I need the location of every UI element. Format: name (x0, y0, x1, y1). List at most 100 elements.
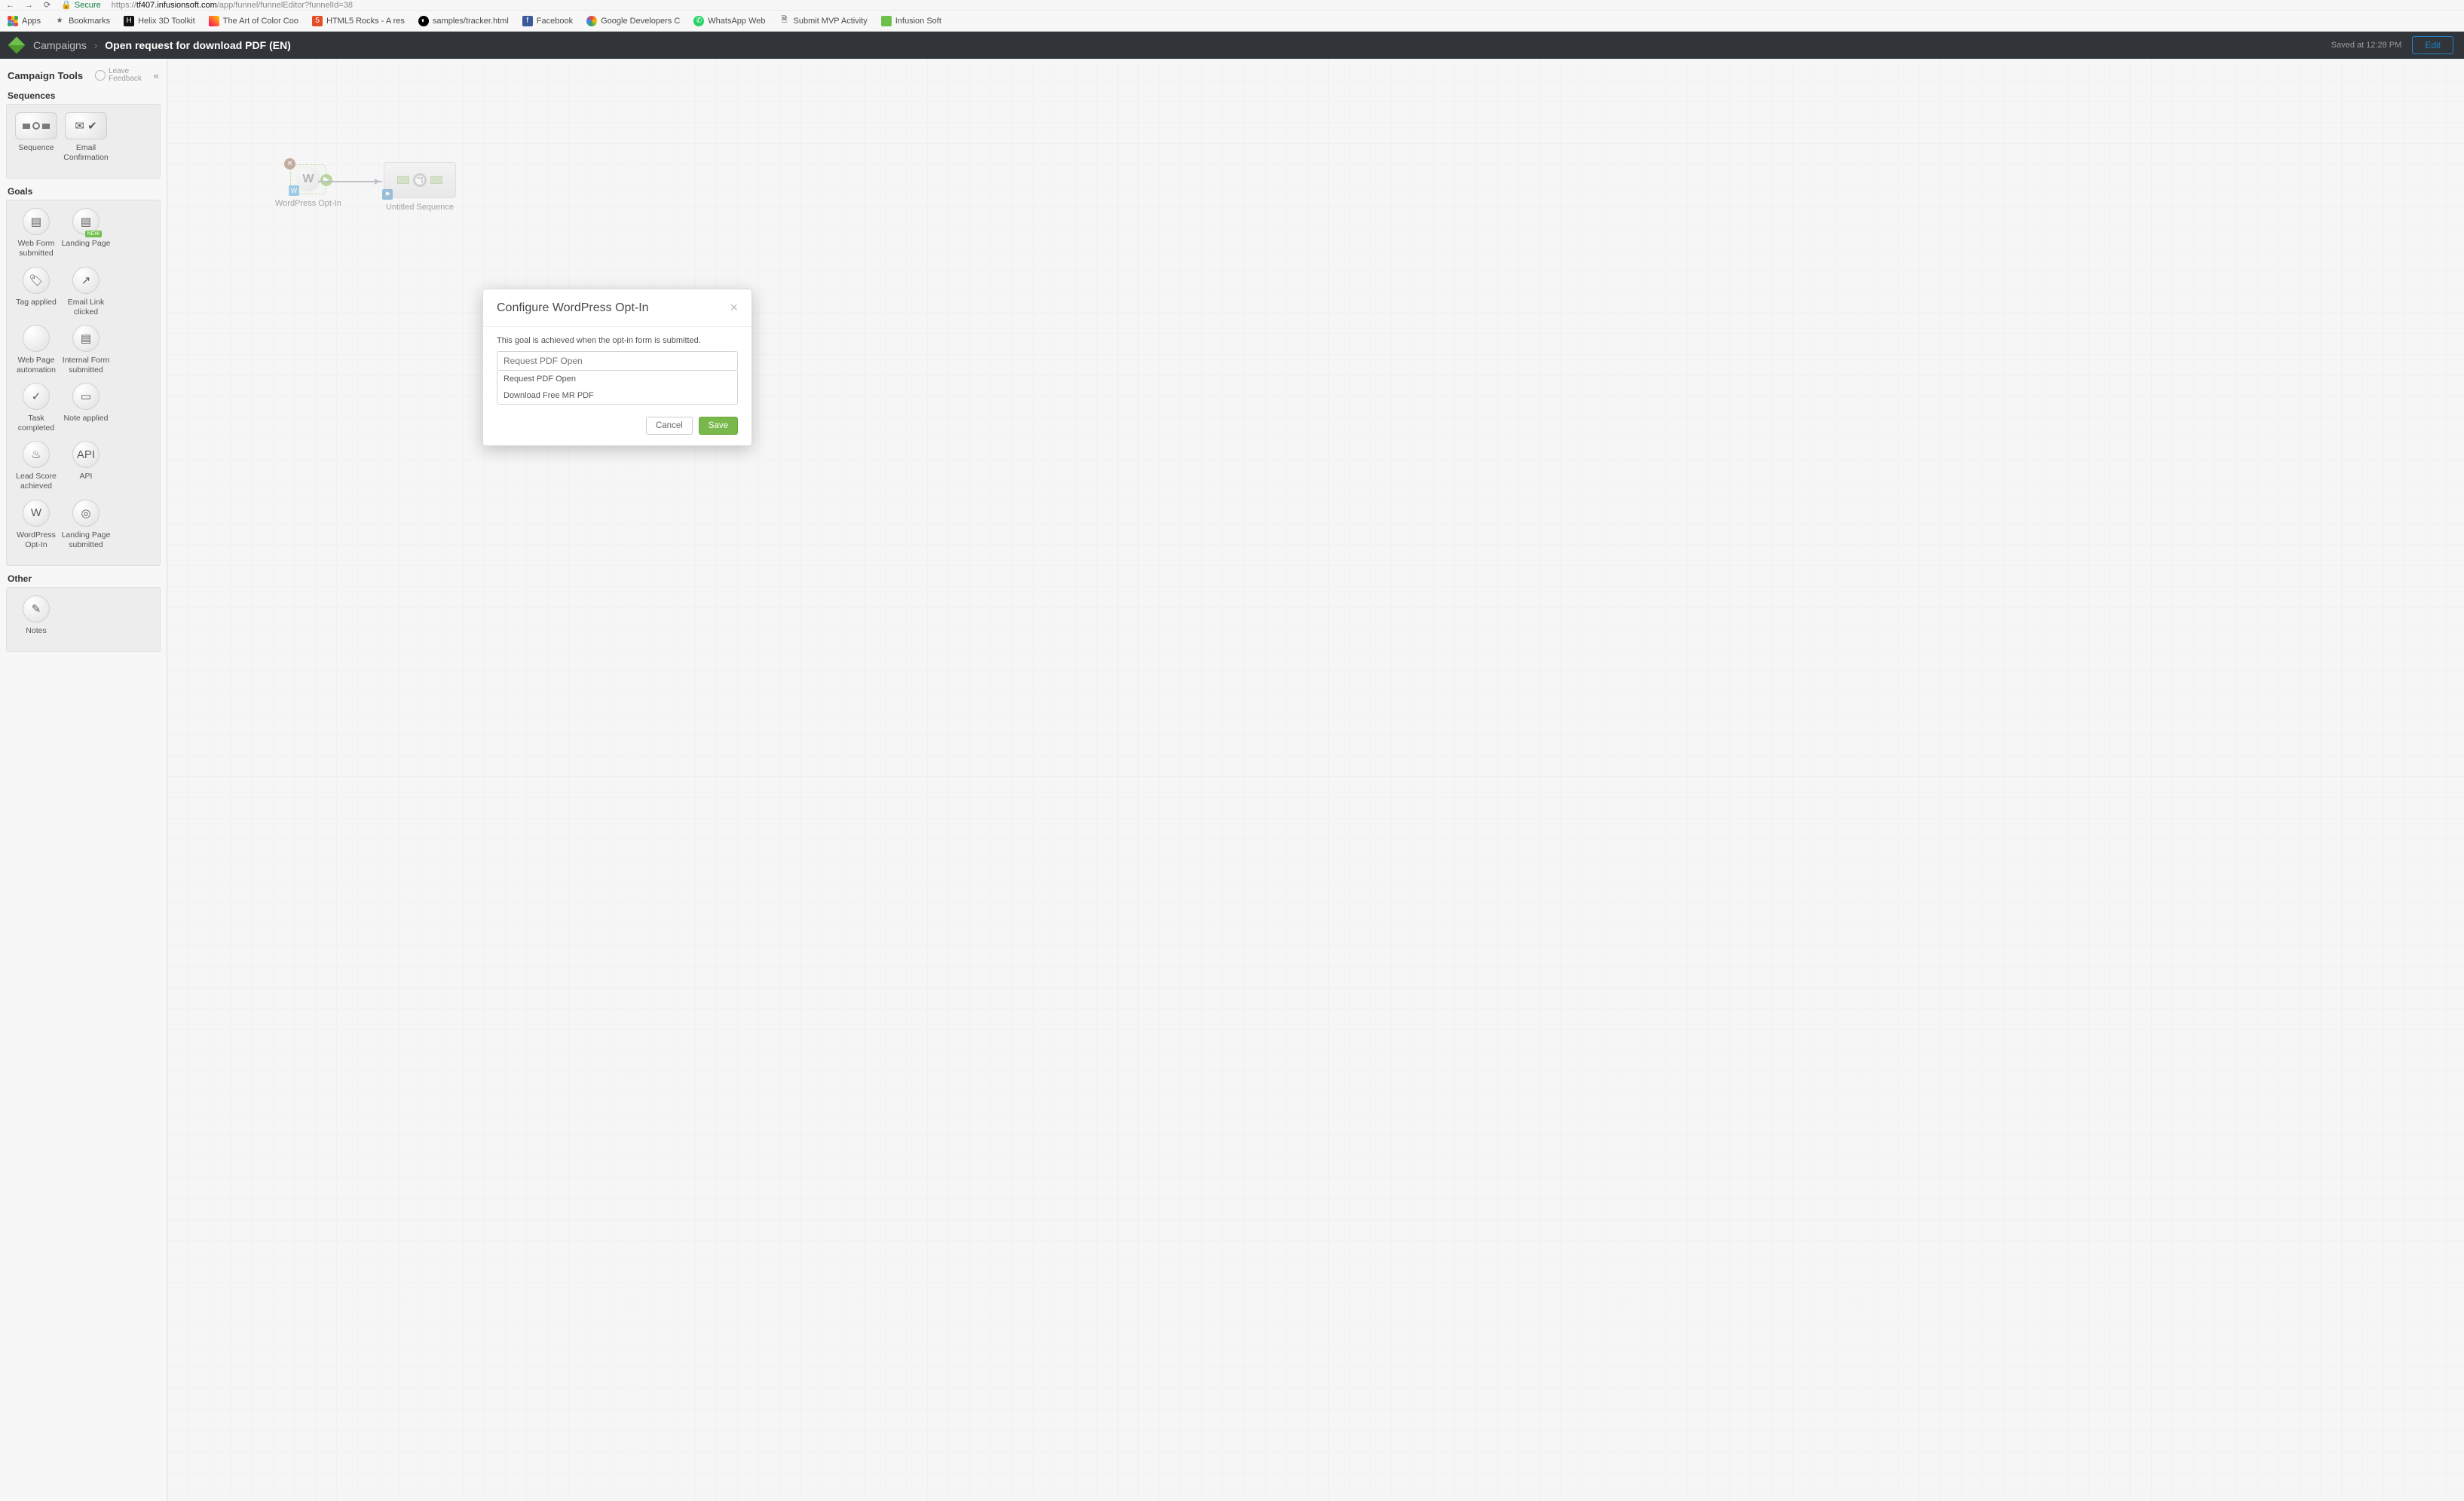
bookmark-item[interactable]: Google Developers C (586, 16, 680, 26)
cancel-button[interactable]: Cancel (646, 417, 693, 435)
bookmark-item[interactable]: fFacebook (522, 16, 573, 26)
goal-icon: ▭ (72, 383, 99, 410)
goal-icon: ▤NEW (72, 208, 99, 235)
goal-icon: W (23, 500, 50, 527)
goal-icon: ↗ (72, 267, 99, 294)
favicon: H (124, 16, 134, 26)
secure-indicator: 🔒 Secure (61, 0, 101, 10)
tool-label: Landing Page (61, 239, 111, 249)
save-button[interactable]: Save (699, 417, 738, 435)
infusionsoft-logo[interactable] (8, 37, 26, 54)
secure-label: Secure (75, 1, 101, 10)
tool-goal[interactable]: ▤ Web Form submitted (11, 208, 61, 258)
tool-label: Web Page automation (11, 356, 61, 375)
close-icon[interactable]: × (730, 300, 738, 316)
facebook-icon: f (522, 16, 533, 26)
tool-label: Web Form submitted (11, 239, 61, 258)
browser-toolbar: ← → ⟳ 🔒 Secure https://tf407.infusionsof… (0, 0, 2464, 11)
whatsapp-icon: ✆ (693, 16, 704, 26)
tool-goal[interactable]: 🏷Tag applied (11, 267, 61, 317)
edit-button[interactable]: Edit (2412, 36, 2453, 54)
tool-label: Lead Score achieved (11, 472, 61, 491)
page-icon: 🗎 (779, 16, 790, 26)
reload-icon[interactable]: ⟳ (44, 0, 51, 10)
saved-status: Saved at 12:28 PM (2331, 41, 2402, 50)
modal-description: This goal is achieved when the opt-in fo… (497, 336, 738, 345)
tool-email-confirmation[interactable]: ✉ ✔ Email Confirmation (61, 112, 111, 163)
google-icon (586, 16, 597, 26)
bookmark-item[interactable]: Infusion Soft (881, 16, 941, 26)
favicon (209, 16, 219, 26)
sequences-panel: Sequence ✉ ✔ Email Confirmation (6, 104, 161, 179)
bookmark-item[interactable]: The Art of Color Coo (209, 16, 298, 26)
tool-goal[interactable]: Web Page automation (11, 325, 61, 375)
tool-goal[interactable]: ◎ Landing Page submitted (61, 500, 111, 550)
goals-panel: ▤ Web Form submitted ▤NEW Landing Page 🏷Tag … (6, 200, 161, 566)
bookmark-item[interactable]: ✆WhatsApp Web (693, 16, 765, 26)
breadcrumb-root[interactable]: Campaigns (33, 39, 87, 51)
bookmark-apps[interactable]: Apps (8, 16, 41, 26)
breadcrumb: Campaigns › Open request for download PD… (33, 39, 291, 51)
tool-label: Internal Form submitted (61, 356, 111, 375)
infusionsoft-icon (881, 16, 892, 26)
optin-form-dropdown: Request PDF Open Download Free MR PDF (497, 371, 738, 405)
back-icon[interactable]: ← (6, 1, 14, 10)
notes-icon: ✎ (23, 595, 50, 622)
tool-goal[interactable]: W WordPress Opt-In (11, 500, 61, 550)
tool-label: Tag applied (11, 298, 61, 307)
goal-icon: API (72, 441, 99, 468)
goals-heading: Goals (8, 186, 161, 197)
sequence-icon (15, 112, 57, 139)
tool-label: Note applied (61, 414, 111, 423)
app-header: Campaigns › Open request for download PD… (0, 32, 2464, 59)
tool-goal[interactable]: ▭ Note applied (61, 383, 111, 433)
email-confirmation-icon: ✉ ✔ (65, 112, 107, 139)
html5-icon: 5 (312, 16, 323, 26)
tool-sequence[interactable]: Sequence (11, 112, 61, 163)
goal-icon: ◎ (72, 500, 99, 527)
tool-label: Email Link clicked (61, 298, 111, 317)
tool-goal[interactable]: ▤ Internal Form submitted (61, 325, 111, 375)
tool-goal[interactable]: API API (61, 441, 111, 491)
sequences-heading: Sequences (8, 90, 161, 101)
optin-form-select[interactable] (497, 351, 738, 371)
modal-backdrop[interactable] (167, 59, 2464, 1501)
bookmark-item[interactable]: ◐samples/tracker.html (418, 16, 509, 26)
goal-icon (23, 325, 50, 352)
goal-icon: ✓ (23, 383, 50, 410)
breadcrumb-current: Open request for download PDF (EN) (105, 39, 291, 51)
tool-goal[interactable]: ▤NEW Landing Page (61, 208, 111, 258)
other-heading: Other (8, 573, 161, 584)
tool-label: Task completed (11, 414, 61, 433)
goal-icon: ▤ (72, 325, 99, 352)
other-panel: ✎ Notes (6, 587, 161, 652)
leave-feedback[interactable]: Leave Feedback (95, 68, 142, 83)
tool-goal[interactable]: ♨ Lead Score achieved (11, 441, 61, 491)
tool-goal[interactable]: ↗ Email Link clicked (61, 267, 111, 317)
dropdown-option[interactable]: Request PDF Open (497, 371, 737, 387)
bookmark-item[interactable]: ★Bookmarks (54, 16, 110, 26)
canvas-wrap: ✕ W ▶ W WordPress Opt-In ⚑ Untitled Sequ… (167, 59, 2464, 1501)
bookmark-item[interactable]: HHelix 3D Toolkit (124, 16, 195, 26)
dropdown-option[interactable]: Download Free MR PDF (497, 387, 737, 404)
tool-label: Landing Page submitted (61, 530, 111, 550)
tool-label: API (61, 472, 111, 481)
github-icon: ◐ (418, 16, 429, 26)
goal-icon: ♨ (23, 441, 50, 468)
breadcrumb-separator: › (94, 39, 98, 51)
apps-icon (8, 16, 18, 26)
campaign-tools-sidebar: Campaign Tools Leave Feedback « Sequence… (0, 59, 167, 1501)
star-icon: ★ (54, 16, 65, 26)
address-bar[interactable]: https://tf407.infusionsoft.com/app/funne… (112, 1, 353, 10)
bookmarks-bar: Apps ★Bookmarks HHelix 3D Toolkit The Ar… (0, 11, 2464, 32)
bookmark-item[interactable]: 🗎Submit MVP Activity (779, 16, 868, 26)
bookmark-item[interactable]: 5HTML5 Rocks - A res (312, 16, 405, 26)
tool-goal[interactable]: ✓ Task completed (11, 383, 61, 433)
goal-icon: ▤ (23, 208, 50, 235)
collapse-sidebar-icon[interactable]: « (154, 70, 159, 81)
tool-label: WordPress Opt-In (11, 530, 61, 550)
configure-wordpress-optin-modal: Configure WordPress Opt-In × This goal i… (482, 289, 752, 446)
forward-icon[interactable]: → (25, 1, 33, 10)
lock-icon: 🔒 (61, 0, 72, 10)
tool-notes[interactable]: ✎ Notes (11, 595, 61, 636)
